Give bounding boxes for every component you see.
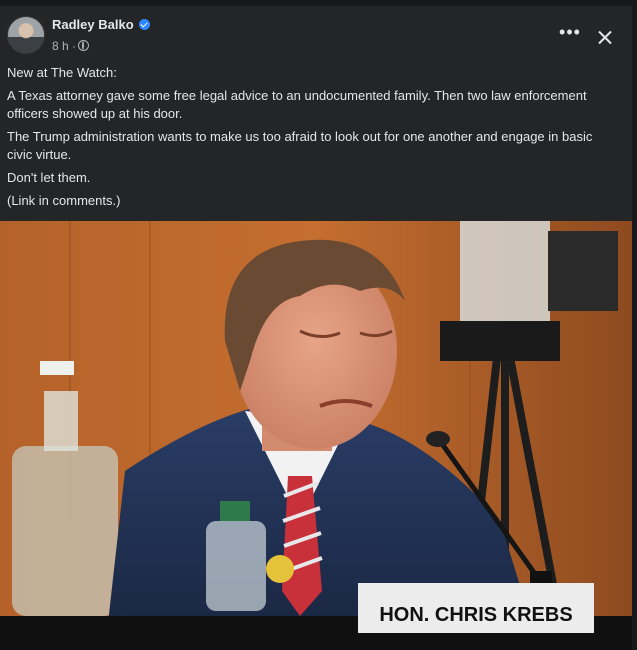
post-meta: 8 h · [52,39,90,53]
post-paragraph: New at The Watch: [7,65,117,80]
post-header: Radley Balko 8 h · ••• [0,6,632,62]
verified-badge-icon [138,19,150,30]
nameplate-text: HON. CHRIS KREBS [379,604,572,626]
author-name-row: Radley Balko [52,17,150,32]
globe-icon [78,40,90,51]
post-paragraph: The Trump administration wants to make u… [7,129,593,162]
more-options-icon[interactable]: ••• [556,23,584,54]
post-timestamp[interactable]: 8 h [52,39,69,53]
meta-separator: · [72,39,77,53]
post-photo-illustration: HON. CHRIS KREBS [0,221,632,650]
author-name[interactable]: Radley Balko [52,17,134,32]
post-paragraph: A Texas attorney gave some free legal ad… [7,88,587,121]
post-paragraph: (Link in comments.) [7,193,121,208]
post-body: New at The Watch: A Texas attorney gave … [7,64,617,215]
close-icon[interactable] [593,26,617,50]
post-card: Radley Balko 8 h · ••• New at The Watch:… [0,6,632,650]
post-photo[interactable]: HON. CHRIS KREBS [0,221,632,650]
author-avatar[interactable] [7,16,45,54]
post-paragraph: Don't let them. [7,170,91,185]
